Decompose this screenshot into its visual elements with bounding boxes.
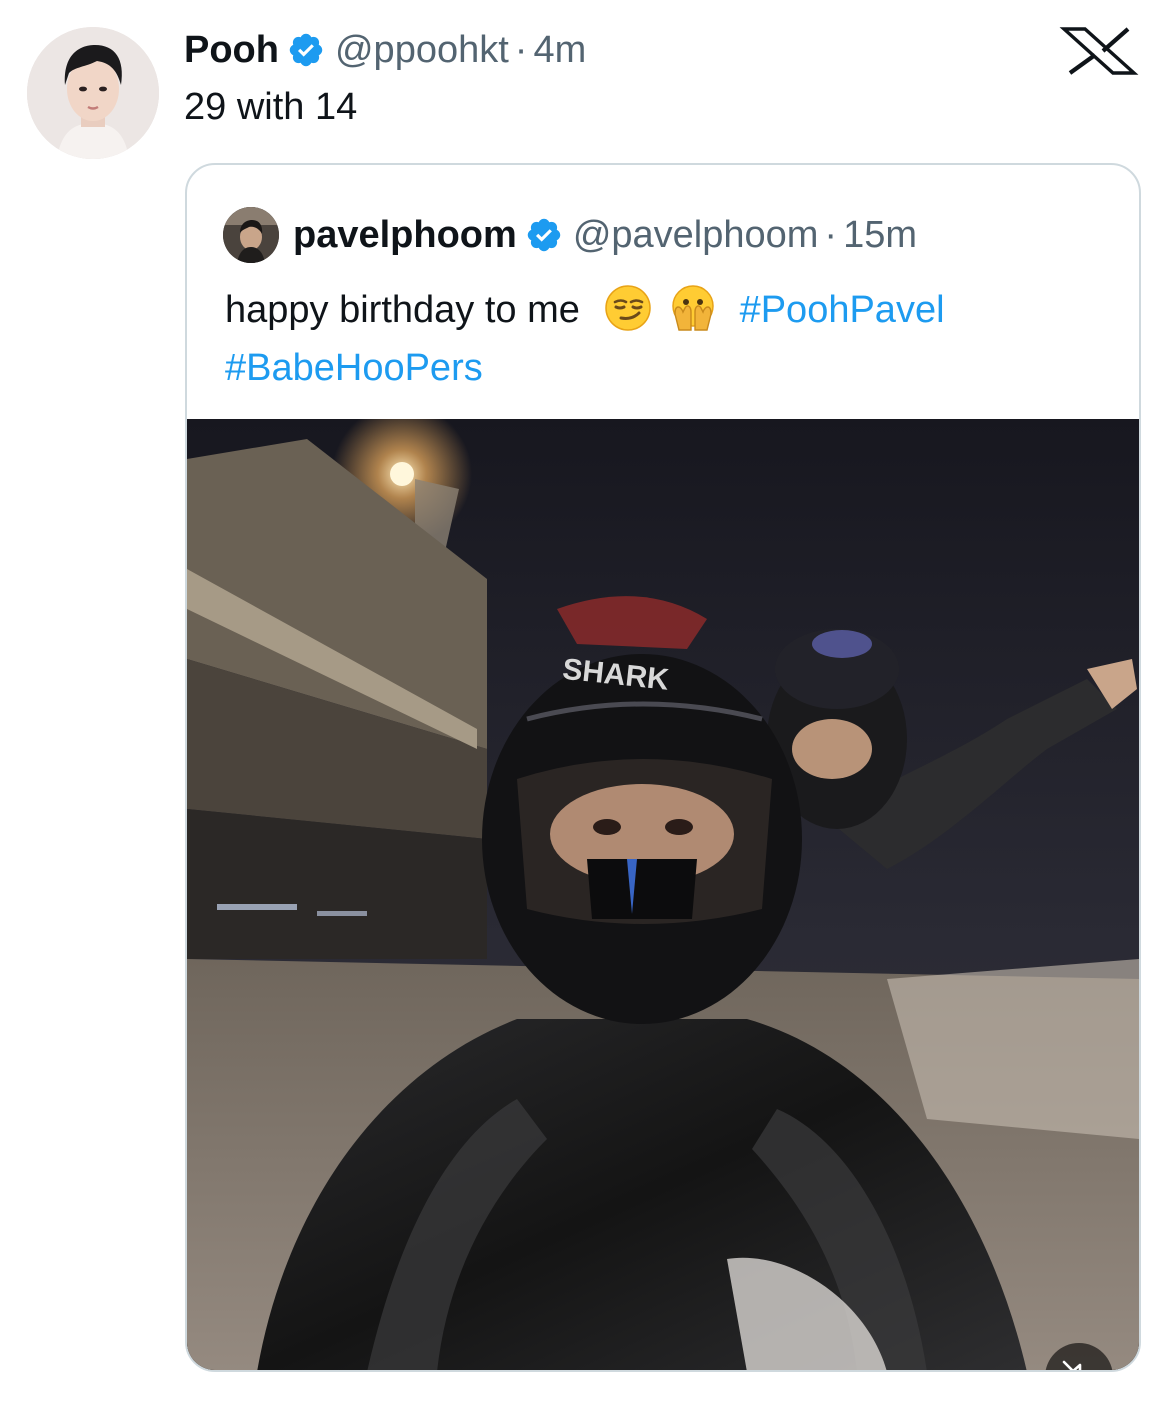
quoted-tweet-timestamp[interactable]: 15m (843, 214, 917, 257)
verified-badge-icon (525, 216, 563, 254)
quoted-tweet-card[interactable]: pavelphoom @pavelphoom · 15m happy birth… (185, 163, 1141, 1372)
author-header: Pooh @ppoohkt · 4m (184, 26, 586, 74)
speaker-muted-icon (1062, 1360, 1082, 1370)
tweet[interactable]: Pooh @ppoohkt · 4m 29 with 14 pavelphoom… (0, 0, 1170, 1402)
verified-badge-icon (287, 31, 325, 69)
mute-toggle-button[interactable] (1045, 1343, 1113, 1370)
video-player[interactable]: SHARK (187, 419, 1139, 1370)
x-logo-icon[interactable] (1058, 26, 1140, 76)
hashtag-link[interactable]: #BabeHooPers (225, 347, 483, 389)
quoted-author-display-name[interactable]: pavelphoom (293, 214, 517, 257)
separator-dot: · (514, 28, 528, 71)
author-avatar[interactable] (27, 27, 159, 159)
hashtag-link[interactable]: #PoohPavel (740, 289, 945, 331)
quoted-author-handle[interactable]: @pavelphoom (573, 214, 819, 257)
quoted-author-header: pavelphoom @pavelphoom · 15m (223, 207, 917, 263)
tweet-text: 29 with 14 (184, 86, 358, 128)
tweet-timestamp[interactable]: 4m (533, 29, 586, 72)
quoted-author-avatar[interactable] (223, 207, 279, 263)
avatar-photo-icon (27, 27, 159, 159)
face-with-hand-over-mouth-emoji-icon (669, 284, 717, 332)
author-handle[interactable]: @ppoohkt (335, 29, 509, 72)
quoted-tweet-body: happy birthday to me (225, 289, 580, 331)
avatar-photo-icon (223, 207, 279, 263)
author-display-name[interactable]: Pooh (184, 29, 279, 72)
separator-dot: · (824, 213, 838, 256)
video-thumbnail-icon: SHARK (187, 419, 1139, 1370)
smirking-face-emoji-icon (604, 284, 652, 332)
quoted-tweet-text: happy birthday to me #PoohPavel #BabeHoo… (225, 281, 1105, 397)
